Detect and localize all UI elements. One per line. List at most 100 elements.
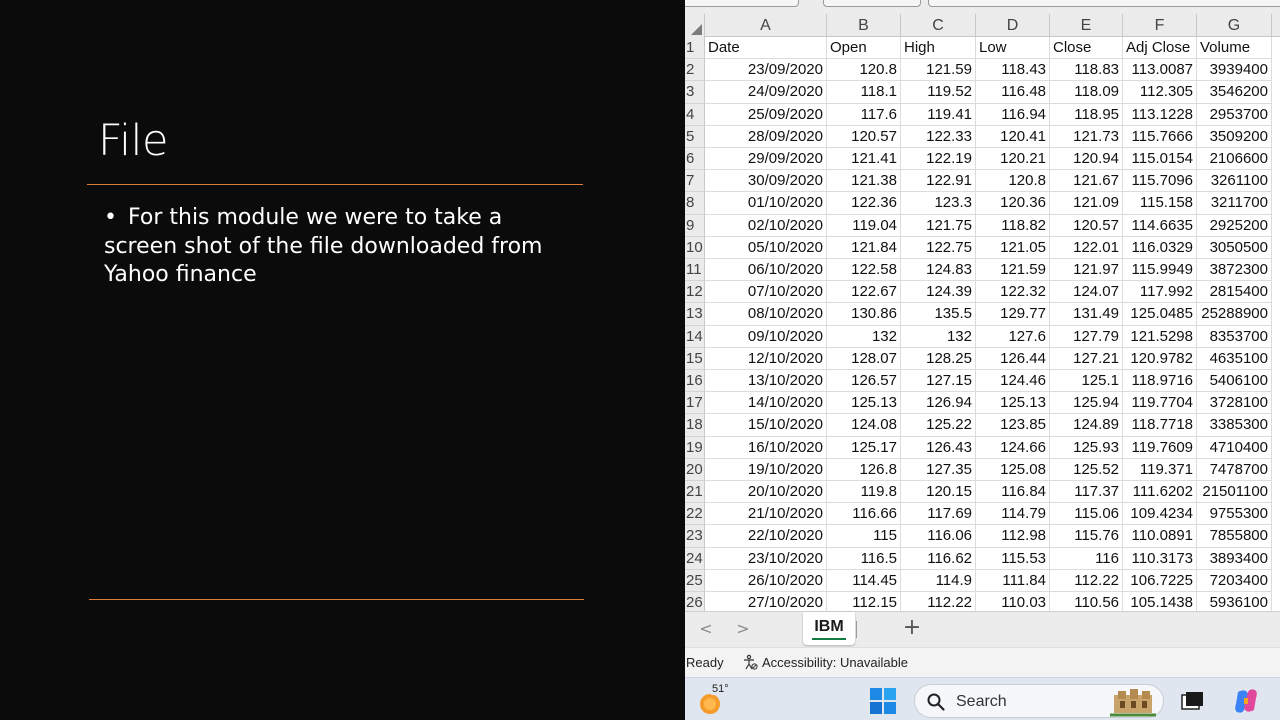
data-cell[interactable]: 119.7704: [1123, 392, 1197, 415]
data-cell[interactable]: 111.6202: [1123, 481, 1197, 504]
data-cell[interactable]: 23/10/2020: [705, 547, 827, 570]
column-header[interactable]: A: [705, 14, 827, 37]
data-cell[interactable]: 121.05: [976, 236, 1050, 259]
data-cell[interactable]: 124.39: [901, 281, 976, 304]
data-cell[interactable]: 120.8: [827, 59, 901, 82]
data-cell[interactable]: 119.8: [827, 481, 901, 504]
data-cell[interactable]: 115.06: [1050, 503, 1123, 526]
data-cell[interactable]: 117.37: [1050, 481, 1123, 504]
data-cell[interactable]: 8353700: [1197, 325, 1272, 348]
data-cell[interactable]: 124.83: [901, 259, 976, 282]
data-cell[interactable]: 28/09/2020: [705, 125, 827, 148]
ribbon-control[interactable]: [685, 0, 799, 7]
data-cell[interactable]: 114.45: [827, 569, 901, 592]
data-cell[interactable]: 125.93: [1050, 436, 1123, 459]
data-cell[interactable]: 127.35: [901, 458, 976, 481]
data-cell[interactable]: 121.97: [1050, 259, 1123, 282]
header-cell[interactable]: Volume: [1197, 37, 1272, 60]
data-cell[interactable]: 126.57: [827, 370, 901, 393]
data-cell[interactable]: 26/10/2020: [705, 569, 827, 592]
data-cell[interactable]: 4635100: [1197, 347, 1272, 370]
data-cell[interactable]: 116.62: [901, 547, 976, 570]
data-cell[interactable]: 131.49: [1050, 303, 1123, 326]
data-cell[interactable]: 121.67: [1050, 170, 1123, 193]
data-cell[interactable]: 122.75: [901, 236, 976, 259]
data-cell[interactable]: 06/10/2020: [705, 259, 827, 282]
data-cell[interactable]: 120.8: [976, 170, 1050, 193]
data-cell[interactable]: 7203400: [1197, 569, 1272, 592]
data-cell[interactable]: 116.5: [827, 547, 901, 570]
row-header[interactable]: 11: [685, 259, 705, 282]
data-cell[interactable]: 115.9949: [1123, 259, 1197, 282]
data-cell[interactable]: 3211700: [1197, 192, 1272, 215]
row-header[interactable]: 20: [685, 458, 705, 481]
data-cell[interactable]: 127.15: [901, 370, 976, 393]
data-cell[interactable]: 3385300: [1197, 414, 1272, 437]
row-header[interactable]: 14: [685, 325, 705, 348]
data-cell[interactable]: 118.43: [976, 59, 1050, 82]
data-cell[interactable]: 09/10/2020: [705, 325, 827, 348]
status-accessibility[interactable]: Accessibility: Unavailable: [762, 655, 908, 670]
row-header[interactable]: 12: [685, 281, 705, 304]
data-cell[interactable]: 125.17: [827, 436, 901, 459]
next-sheet-icon[interactable]: >: [734, 620, 752, 638]
data-cell[interactable]: 29/09/2020: [705, 148, 827, 171]
column-header[interactable]: B: [827, 14, 901, 37]
row-header[interactable]: 8: [685, 192, 705, 215]
data-cell[interactable]: 117.69: [901, 503, 976, 526]
data-cell[interactable]: 118.82: [976, 214, 1050, 237]
data-cell[interactable]: 25288900: [1197, 303, 1272, 326]
data-cell[interactable]: 114.9: [901, 569, 976, 592]
data-cell[interactable]: 119.52: [901, 81, 976, 104]
data-cell[interactable]: 122.58: [827, 259, 901, 282]
data-cell[interactable]: 116.94: [976, 103, 1050, 126]
data-cell[interactable]: 24/09/2020: [705, 81, 827, 104]
taskbar-search-box[interactable]: Search: [914, 684, 1164, 718]
data-cell[interactable]: 112.22: [1050, 569, 1123, 592]
data-cell[interactable]: 118.09: [1050, 81, 1123, 104]
data-cell[interactable]: 132: [901, 325, 976, 348]
data-cell[interactable]: 125.13: [976, 392, 1050, 415]
data-cell[interactable]: 115.76: [1050, 525, 1123, 548]
data-cell[interactable]: 25/09/2020: [705, 103, 827, 126]
data-cell[interactable]: 116.84: [976, 481, 1050, 504]
data-cell[interactable]: 128.07: [827, 347, 901, 370]
row-header[interactable]: 22: [685, 503, 705, 526]
header-cell[interactable]: Open: [827, 37, 901, 60]
windows-start-icon[interactable]: [870, 688, 896, 714]
data-cell[interactable]: 01/10/2020: [705, 192, 827, 215]
data-cell[interactable]: 123.3: [901, 192, 976, 215]
data-cell[interactable]: 121.41: [827, 148, 901, 171]
data-cell[interactable]: 118.9716: [1123, 370, 1197, 393]
data-cell[interactable]: 118.7718: [1123, 414, 1197, 437]
data-cell[interactable]: 02/10/2020: [705, 214, 827, 237]
ribbon-control[interactable]: [928, 0, 1280, 7]
data-cell[interactable]: 121.75: [901, 214, 976, 237]
data-cell[interactable]: 112.98: [976, 525, 1050, 548]
data-cell[interactable]: 07/10/2020: [705, 281, 827, 304]
data-cell[interactable]: 118.95: [1050, 103, 1123, 126]
data-cell[interactable]: 121.73: [1050, 125, 1123, 148]
data-cell[interactable]: 109.4234: [1123, 503, 1197, 526]
data-cell[interactable]: 122.19: [901, 148, 976, 171]
column-header[interactable]: F: [1123, 14, 1197, 37]
data-cell[interactable]: 08/10/2020: [705, 303, 827, 326]
row-header[interactable]: 15: [685, 347, 705, 370]
data-cell[interactable]: 125.13: [827, 392, 901, 415]
row-header[interactable]: 24: [685, 547, 705, 570]
row-header[interactable]: 16: [685, 370, 705, 393]
data-cell[interactable]: 120.57: [827, 125, 901, 148]
data-cell[interactable]: 132: [827, 325, 901, 348]
data-cell[interactable]: 118.83: [1050, 59, 1123, 82]
data-cell[interactable]: 127.79: [1050, 325, 1123, 348]
data-cell[interactable]: 120.41: [976, 125, 1050, 148]
data-cell[interactable]: 113.1228: [1123, 103, 1197, 126]
row-header[interactable]: 7: [685, 170, 705, 193]
data-cell[interactable]: 125.22: [901, 414, 976, 437]
data-cell[interactable]: 124.07: [1050, 281, 1123, 304]
data-cell[interactable]: 126.8: [827, 458, 901, 481]
data-cell[interactable]: 23/09/2020: [705, 59, 827, 82]
data-cell[interactable]: 121.5298: [1123, 325, 1197, 348]
data-cell[interactable]: 120.21: [976, 148, 1050, 171]
data-cell[interactable]: 118.1: [827, 81, 901, 104]
